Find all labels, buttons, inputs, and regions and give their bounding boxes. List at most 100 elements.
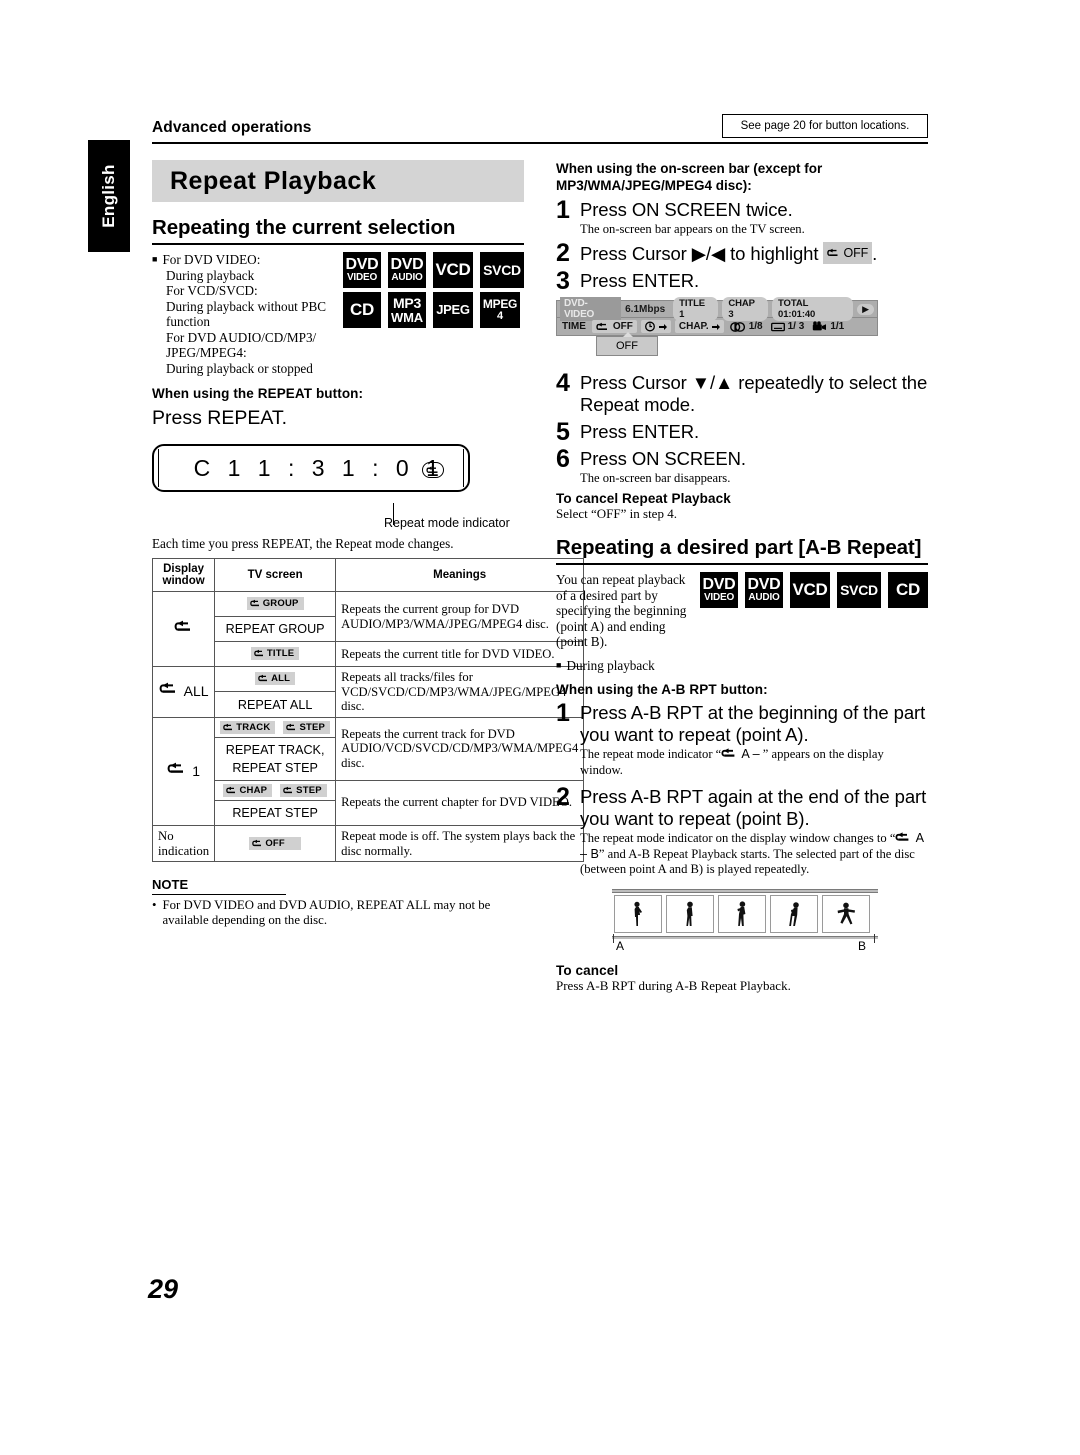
onscreen-bar: DVD-VIDEO 6.1Mbps TITLE 1 CHAP 3 TOTAL 0… xyxy=(556,297,878,336)
cell-display-loop-1: 1 xyxy=(151,716,216,826)
ab-disc-badge-row: DVD VIDEO DVD AUDIO VCD SVCD CD xyxy=(697,572,928,650)
loop-indicator xyxy=(174,620,194,634)
cell-meaning-off: Repeat mode is off. The system plays bac… xyxy=(335,824,585,863)
step-4: 4 Press Cursor ▼/▲ repeatedly to select … xyxy=(556,371,928,416)
repeat-indicator-caption: Repeat mode indicator xyxy=(384,516,510,530)
step-1-note: The on-screen bar appears on the TV scre… xyxy=(580,222,805,236)
language-tab: English xyxy=(88,140,130,252)
ab-frame xyxy=(718,894,766,933)
step-2-number: 2 xyxy=(556,239,570,267)
table-row: CHAP STEP Repeats the current chapter fo… xyxy=(153,779,585,826)
ab-step-2-number: 2 xyxy=(556,782,570,811)
step-5-number: 5 xyxy=(556,418,570,446)
cell-tv-chip-off: OFF xyxy=(214,824,337,863)
cancel-repeat-heading: To cancel Repeat Playback xyxy=(556,491,731,506)
cell-tv-plain-repeat-step: REPEAT STEP xyxy=(214,799,337,826)
disc-badge-jpeg: JPEG xyxy=(430,292,473,328)
intro-line-2: For VCD/SVCD: xyxy=(166,283,258,298)
person-bending-icon xyxy=(789,901,799,926)
subsection-title: Repeating the current selection xyxy=(152,216,456,239)
ab-repeat-diagram: A B xyxy=(612,888,880,953)
loop-indicator-all: ALL xyxy=(159,682,209,699)
chip-repeat-group: GROUP xyxy=(246,597,304,610)
loop-arrow-icon xyxy=(596,322,607,330)
person-walking-icon xyxy=(686,901,693,926)
display-window-illustration: C 1 1 : 3 1 : 0 1 xyxy=(152,444,470,525)
ab-step-2: 2 Press A-B RPT again at the end of the … xyxy=(556,782,928,830)
cell-tv-plain-repeat-track-step: REPEAT TRACK, REPEAT STEP xyxy=(214,736,337,781)
ab-frame xyxy=(614,894,662,933)
repeat-mode-table: Display window TV screen Meanings GROUP … xyxy=(151,558,585,863)
header-divider xyxy=(152,142,928,144)
step-2: 2 Press Cursor ▶/◀ to highlight OFF . xyxy=(556,239,928,267)
ab-step-1-text: Press A-B RPT at the beginning of the pa… xyxy=(580,701,926,745)
step-6: 6 Press ON SCREEN. xyxy=(556,445,928,473)
intro-text: For DVD VIDEO: During playback For VCD/S… xyxy=(152,252,340,376)
table-header-row: Display window TV screen Meanings xyxy=(151,558,585,592)
loop-arrow-icon xyxy=(258,674,268,682)
cell-tv-plain-repeat-group: REPEAT GROUP xyxy=(214,616,337,642)
loop-arrow-icon xyxy=(286,723,296,730)
table-row: 1 TRACK STEP Repeats the current track f… xyxy=(151,716,585,826)
page-number: 29 xyxy=(148,1274,179,1304)
section-label: Advanced operations xyxy=(152,119,312,136)
ab-label-b: B xyxy=(858,938,867,953)
loop-arrow-icon xyxy=(254,649,263,657)
loop-arrow-icon xyxy=(827,248,838,256)
osb-bitrate: 6.1Mbps xyxy=(625,303,666,315)
th-display-window: Display window xyxy=(151,558,216,592)
ab-frame xyxy=(666,894,714,933)
step-2-text: Press Cursor ▶/◀ to highlight OFF . xyxy=(580,242,877,265)
page-title: Repeat Playback xyxy=(152,160,524,202)
ab-frame xyxy=(770,894,818,933)
loop-arrow-icon xyxy=(252,839,262,846)
display-window-readout: C 1 1 : 3 1 : 0 1 xyxy=(193,454,445,481)
osb-disc-type: DVD-VIDEO xyxy=(560,297,622,321)
ab-frame xyxy=(822,894,870,933)
step-6-text: Press ON SCREEN. xyxy=(580,448,746,469)
disc-badge-vcd: VCD xyxy=(787,572,830,608)
note-body: • For DVD VIDEO and DVD AUDIO, REPEAT AL… xyxy=(152,898,524,928)
disc-badge-dvd-video: DVD VIDEO xyxy=(340,252,381,288)
step-6-number: 6 xyxy=(556,445,570,473)
ab-tick-a xyxy=(613,933,614,943)
play-icon: ▶ xyxy=(857,303,874,315)
repeat-mode-indicator-icon xyxy=(422,462,444,478)
person-walking-icon xyxy=(634,901,642,926)
disc-badge-svcd: SVCD xyxy=(477,252,524,288)
onscreen-bar-row-1: DVD-VIDEO 6.1Mbps TITLE 1 CHAP 3 TOTAL 0… xyxy=(557,297,877,321)
osb-audio-cell: 1/8 xyxy=(728,321,765,332)
cell-tv-chip-track-step: TRACK STEP xyxy=(214,716,337,738)
step-3-number: 3 xyxy=(556,267,570,295)
intro-line-0: For DVD VIDEO: xyxy=(152,252,340,268)
disc-badge-svcd: SVCD xyxy=(834,572,881,608)
note-bullet-text: For DVD VIDEO and DVD AUDIO, REPEAT ALL … xyxy=(162,898,491,928)
subsection-divider xyxy=(152,243,524,245)
osb-time-label: TIME xyxy=(562,321,586,332)
cell-tv-plain-repeat-all: REPEAT ALL xyxy=(214,691,337,718)
disc-badge-cd: CD xyxy=(340,292,381,328)
ab-indicator-a: A – xyxy=(741,746,760,761)
disc-badge-cd: CD xyxy=(885,572,928,608)
ab-diagram-top-rail xyxy=(612,888,878,893)
ab-step-1-number: 1 xyxy=(556,698,570,727)
ab-label-a: A xyxy=(616,938,625,953)
ab-intro-block: You can repeat playback of a desired par… xyxy=(556,572,928,650)
chip-repeat-chap: CHAP xyxy=(223,783,273,797)
step-1-number: 1 xyxy=(556,196,570,224)
intro-line-7: During playback or stopped xyxy=(166,360,313,376)
ab-during-playback: During playback xyxy=(556,658,928,674)
disc-badge-vcd: VCD xyxy=(430,252,473,288)
step-4-text: Press Cursor ▼/▲ repeatedly to select th… xyxy=(580,372,928,415)
repeat-mode-dropdown[interactable]: OFF xyxy=(596,332,658,356)
cell-tv-chip-title: TITLE xyxy=(214,641,337,667)
intro-line-5: For DVD AUDIO/CD/MP3/ xyxy=(166,329,317,345)
onscreen-bar-heading: When using the on-screen bar (except for… xyxy=(556,161,823,193)
manual-page: English Advanced operations See page 20 … xyxy=(0,0,1080,1455)
chip-repeat-step-2: STEP xyxy=(280,783,327,797)
cell-tv-chip-group: GROUP xyxy=(214,591,337,617)
cell-display-loop-all: ALL xyxy=(151,666,216,718)
ab-button-heading: When using the A-B RPT button: xyxy=(556,681,768,697)
each-time-text: Each time you press REPEAT, the Repeat m… xyxy=(152,536,454,551)
ab-diagram-frames xyxy=(614,894,870,933)
